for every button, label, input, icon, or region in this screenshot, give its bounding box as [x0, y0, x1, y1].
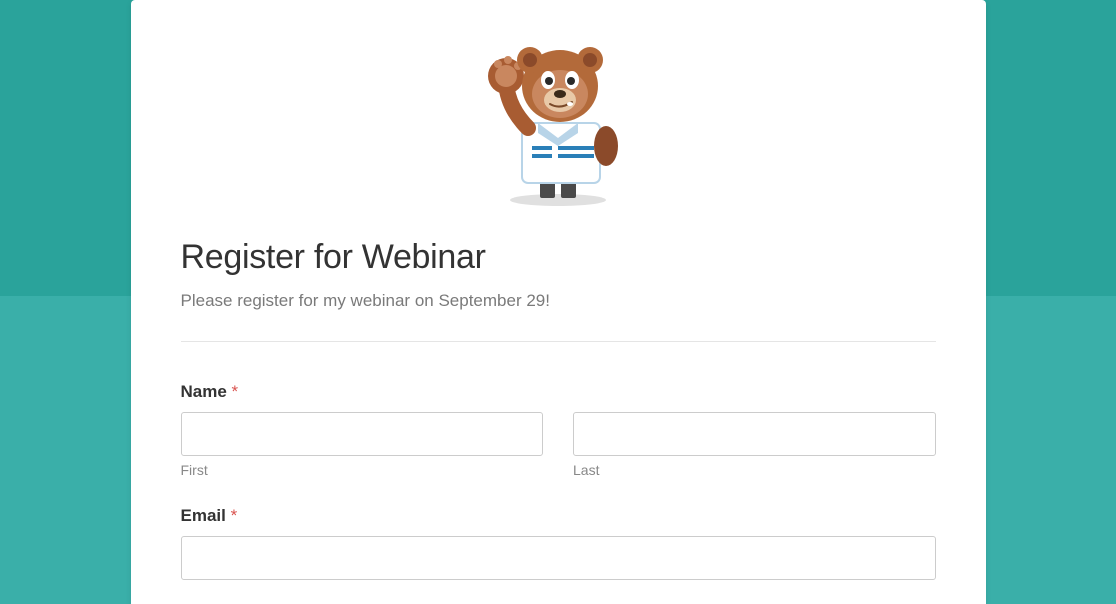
- name-field-group: Name * First Last: [181, 382, 936, 478]
- bear-mascot-icon: [478, 28, 638, 208]
- name-label-text: Name: [181, 382, 227, 401]
- email-label: Email *: [181, 506, 936, 526]
- form-subtitle: Please register for my webinar on Septem…: [181, 291, 936, 311]
- last-name-col: Last: [573, 412, 936, 478]
- first-name-col: First: [181, 412, 544, 478]
- name-label: Name *: [181, 382, 936, 402]
- form-card: Register for Webinar Please register for…: [131, 0, 986, 604]
- last-name-sublabel: Last: [573, 462, 936, 478]
- first-name-sublabel: First: [181, 462, 544, 478]
- form-title: Register for Webinar: [181, 238, 936, 277]
- required-mark: *: [232, 382, 239, 401]
- required-mark: *: [231, 506, 238, 525]
- last-name-input[interactable]: [573, 412, 936, 456]
- email-label-text: Email: [181, 506, 226, 525]
- first-name-input[interactable]: [181, 412, 544, 456]
- name-row: First Last: [181, 412, 936, 478]
- email-input[interactable]: [181, 536, 936, 580]
- divider: [181, 341, 936, 342]
- email-field-group: Email *: [181, 506, 936, 580]
- mascot-container: [181, 28, 936, 208]
